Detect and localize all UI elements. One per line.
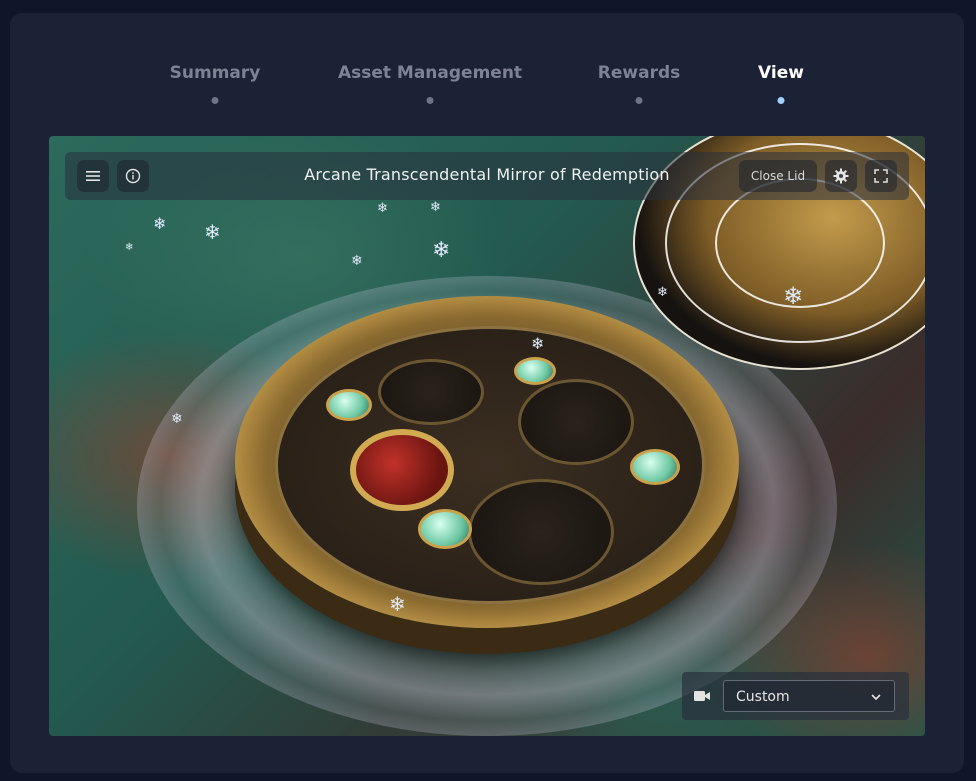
- snowflake-icon: ❄: [657, 285, 668, 300]
- chevron-down-icon: [871, 694, 881, 701]
- tab-view[interactable]: View: [758, 63, 804, 83]
- camera-preset-select[interactable]: Custom: [723, 680, 895, 712]
- mirror-artifact: [235, 296, 739, 628]
- camera-preset-value: Custom: [736, 689, 790, 705]
- snowflake-icon: ❄: [377, 201, 388, 216]
- tab-rewards[interactable]: Rewards: [598, 63, 680, 83]
- tab-summary-indicator: [211, 97, 219, 104]
- gear-icon: [833, 168, 849, 184]
- snowflake-icon: ❄: [153, 214, 167, 233]
- snowflake-icon: ❄: [389, 592, 406, 616]
- tab-view-indicator: [777, 97, 785, 104]
- snowflake-icon: ❄: [125, 242, 134, 253]
- snowflake-icon: ❄: [171, 411, 183, 427]
- camera-control: Custom: [682, 672, 909, 720]
- snowflake-icon: ❄: [351, 253, 363, 269]
- artifact-face: [275, 326, 705, 604]
- snowflake-icon: ❄: [432, 238, 451, 263]
- fullscreen-button[interactable]: [865, 160, 897, 192]
- close-lid-button[interactable]: Close Lid: [739, 160, 817, 192]
- fullscreen-icon: [874, 169, 888, 183]
- green-orb: [326, 389, 372, 421]
- green-orb: [418, 509, 472, 549]
- tab-rewards-indicator: [635, 97, 643, 104]
- tab-asset-management-indicator: [426, 97, 434, 104]
- tab-asset-management[interactable]: Asset Management: [338, 63, 522, 83]
- settings-button[interactable]: [825, 160, 857, 192]
- tab-bar: Summary Asset Management Rewards View: [10, 13, 964, 123]
- tab-summary[interactable]: Summary: [170, 63, 261, 83]
- snowflake-icon: ❄: [430, 200, 441, 215]
- snowflake-icon: ❄: [204, 220, 221, 244]
- green-orb: [630, 449, 680, 485]
- 3d-viewer[interactable]: ❄ ❄ ❄ ❄ ❄ ❄ ❄ ❄ ❄ ❄ ❄ ❄ Arcane Transcend…: [49, 136, 925, 736]
- viewer-toolbar: Arcane Transcendental Mirror of Redempti…: [65, 152, 909, 200]
- snowflake-icon: ❄: [531, 334, 545, 353]
- red-orb: [350, 429, 454, 511]
- armillary-sphere: [468, 479, 614, 585]
- video-camera-icon: [694, 691, 710, 701]
- main-panel: Summary Asset Management Rewards View ❄ …: [10, 13, 964, 773]
- gear-top-left: [378, 359, 484, 425]
- snowflake-icon: ❄: [783, 282, 804, 310]
- green-orb: [514, 357, 556, 385]
- gear-top-right: [518, 379, 634, 465]
